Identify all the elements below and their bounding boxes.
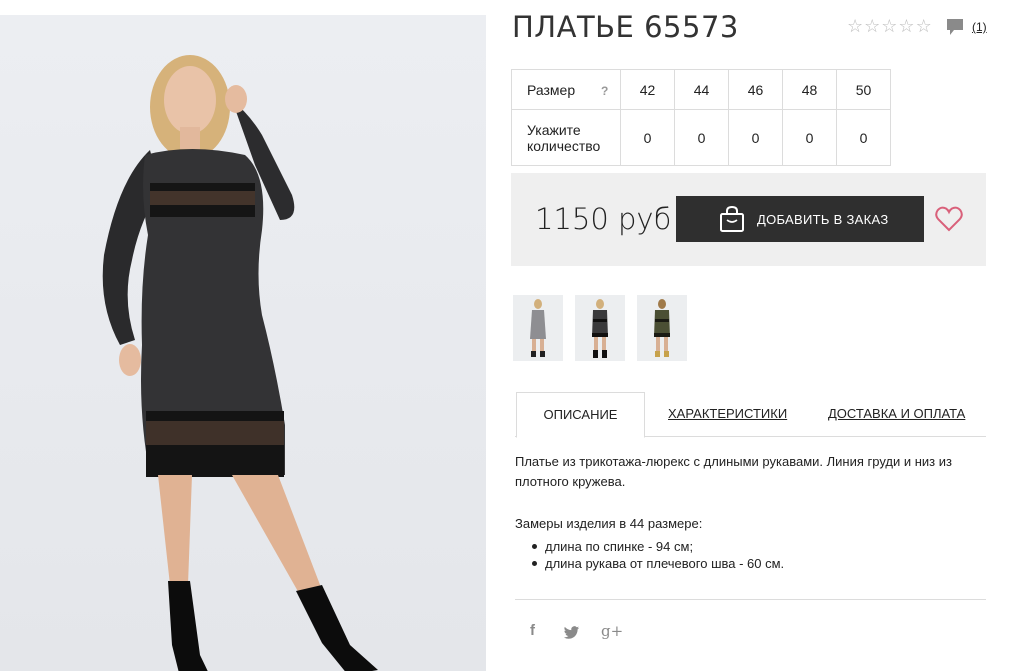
measures-list: длина по спинке - 94 см; длина рукава от… <box>531 538 785 572</box>
quantity-label-line1: Укажите <box>527 121 581 138</box>
facebook-icon[interactable]: f <box>530 622 535 639</box>
star-icon[interactable]: ☆ <box>898 16 914 36</box>
tab-characteristics[interactable]: ХАРАКТЕРИСТИКИ <box>668 392 787 437</box>
size-cell: 48 <box>782 69 837 110</box>
quantity-input-46[interactable]: 0 <box>728 109 783 166</box>
size-cell: 42 <box>620 69 675 110</box>
thumbnail-2[interactable] <box>575 295 625 361</box>
google-plus-icon[interactable]: g+ <box>601 622 623 640</box>
list-item: длина рукава от плечевого шва - 60 см. <box>531 556 785 571</box>
size-label: Размер <box>527 81 576 98</box>
measures-title: Замеры изделия в 44 размере: <box>515 516 703 531</box>
reviews-link[interactable]: (1) <box>972 20 987 34</box>
wishlist-heart-icon[interactable] <box>935 206 963 232</box>
quantity-input-50[interactable]: 0 <box>836 109 891 166</box>
product-main-image[interactable] <box>0 15 486 671</box>
size-label-cell: Размер ? <box>511 69 621 110</box>
size-cell: 46 <box>728 69 783 110</box>
add-to-order-button[interactable]: ДОБАВИТЬ В ЗАКАЗ <box>676 196 924 242</box>
star-icon[interactable]: ☆ <box>864 16 880 36</box>
quantity-input-42[interactable]: 0 <box>620 109 675 166</box>
size-cell: 44 <box>674 69 729 110</box>
quantity-label-line2: количество <box>527 137 601 154</box>
price: 1150 руб <box>535 202 672 236</box>
help-icon[interactable]: ? <box>601 84 608 98</box>
size-cell: 50 <box>836 69 891 110</box>
star-icon[interactable]: ☆ <box>916 16 932 36</box>
comment-icon[interactable] <box>946 18 964 36</box>
quantity-input-44[interactable]: 0 <box>674 109 729 166</box>
product-title: ПЛАТЬЕ 65573 <box>512 10 739 44</box>
description-text: Платье из трикотажа-люрекс с длиными рук… <box>515 454 952 489</box>
thumbnail-1[interactable] <box>513 295 563 361</box>
star-icon[interactable]: ☆ <box>847 16 863 36</box>
quantity-input-48[interactable]: 0 <box>782 109 837 166</box>
quantity-label-cell: Укажите количество <box>511 109 621 166</box>
product-tabs: ОПИСАНИЕ ХАРАКТЕРИСТИКИ ДОСТАВКА И ОПЛАТ… <box>515 392 986 438</box>
add-to-order-label: ДОБАВИТЬ В ЗАКАЗ <box>757 211 889 227</box>
tab-delivery-payment[interactable]: ДОСТАВКА И ОПЛАТА <box>828 392 965 437</box>
star-icon[interactable]: ☆ <box>881 16 897 36</box>
thumbnail-3[interactable] <box>637 295 687 361</box>
twitter-icon[interactable] <box>563 626 580 640</box>
list-item: длина по спинке - 94 см; <box>531 538 784 555</box>
shopping-bag-icon <box>720 205 744 232</box>
tab-description[interactable]: ОПИСАНИЕ <box>516 392 645 438</box>
thumbnail-gallery <box>513 295 687 361</box>
divider <box>515 599 986 600</box>
rating-stars[interactable]: ☆ ☆ ☆ ☆ ☆ <box>847 16 932 36</box>
size-table: Размер ? 42 44 46 48 50 Укажите количест… <box>511 69 891 166</box>
price-box: 1150 руб ДОБАВИТЬ В ЗАКАЗ <box>511 173 986 266</box>
